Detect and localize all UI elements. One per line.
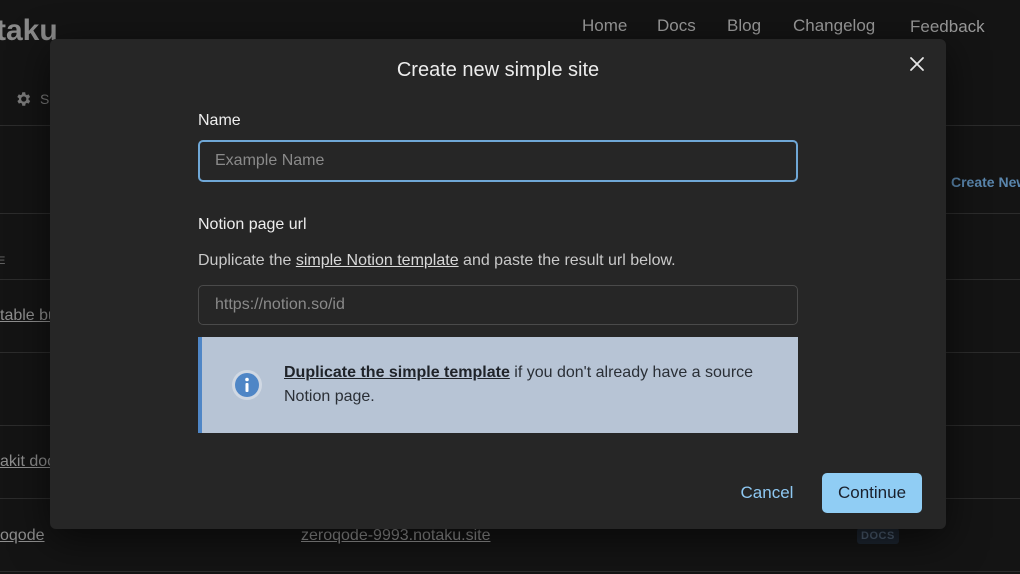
nav-changelog-link[interactable]: Changelog — [793, 16, 875, 36]
settings-tab[interactable]: S — [14, 90, 49, 108]
notion-url-label: Notion page url — [198, 216, 307, 233]
gear-icon — [17, 92, 31, 106]
help-suffix: and paste the result url below. — [458, 252, 676, 269]
close-button[interactable] — [906, 53, 928, 75]
create-new-button[interactable]: Create New — [951, 174, 1020, 190]
nav-feedback-link[interactable]: Feedback — [910, 17, 985, 37]
settings-label: S — [40, 91, 50, 107]
create-site-modal: Create new simple site Name Notion page … — [50, 39, 946, 529]
site-domain-link[interactable]: zeroqode-9993.notaku.site — [301, 527, 490, 545]
duplicate-template-link[interactable]: Duplicate the simple template — [284, 364, 510, 381]
nav-blog-link[interactable]: Blog — [727, 16, 761, 36]
site-type-badge: DOCS — [857, 528, 899, 544]
nav-home-link[interactable]: Home — [582, 16, 627, 36]
info-text: Duplicate the simple template if you don… — [284, 361, 784, 409]
notion-template-link[interactable]: simple Notion template — [296, 252, 459, 269]
info-callout: Duplicate the simple template if you don… — [198, 337, 798, 433]
close-icon — [910, 57, 924, 71]
table-row-link[interactable]: oqode — [0, 527, 45, 545]
nav-docs-link[interactable]: Docs — [657, 16, 696, 36]
continue-button[interactable]: Continue — [822, 473, 922, 513]
top-nav: Home Docs Blog Changelog Feedback — [0, 16, 1020, 38]
table-row-link[interactable]: table bu — [0, 307, 57, 325]
cancel-button[interactable]: Cancel — [730, 473, 804, 513]
help-prefix: Duplicate the — [198, 252, 296, 269]
notion-url-help: Duplicate the simple Notion template and… — [198, 252, 798, 270]
modal-title: Create new simple site — [396, 59, 600, 81]
table-column-header: E — [0, 255, 6, 267]
info-icon — [232, 370, 262, 400]
name-input[interactable] — [198, 140, 798, 182]
table-row-link[interactable]: akit doc — [0, 453, 55, 471]
notion-url-input[interactable] — [198, 285, 798, 325]
name-label: Name — [198, 112, 241, 129]
divider — [0, 571, 1020, 572]
